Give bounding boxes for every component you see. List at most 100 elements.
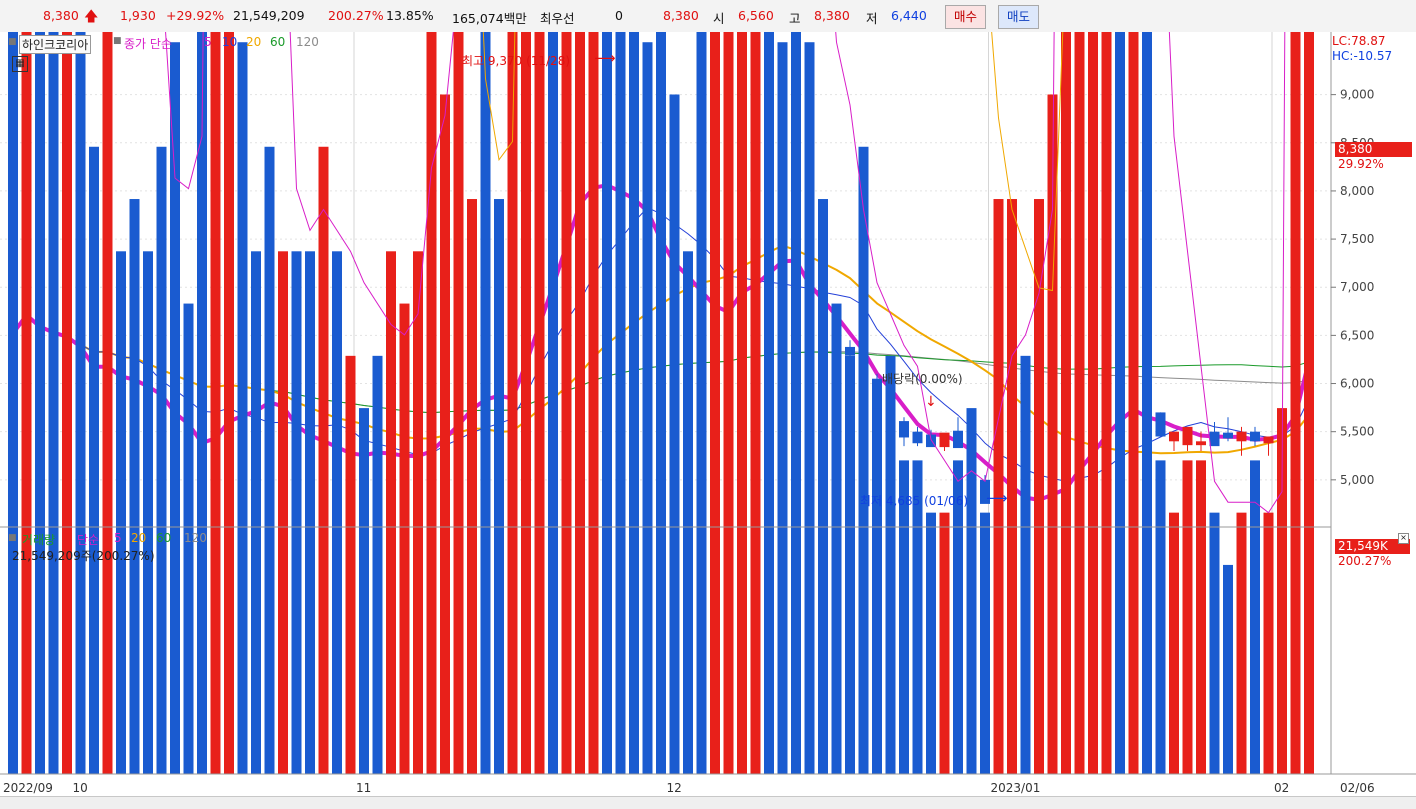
volume-bar: [170, 42, 180, 775]
volume-bar: [1236, 512, 1247, 774]
volume-bar: [993, 199, 1004, 774]
volume-bar: [939, 512, 950, 774]
volume-bar: [386, 251, 396, 775]
high-label: 고: [789, 11, 801, 26]
volume-bar: [102, 32, 113, 774]
volume-bar: [966, 408, 977, 774]
volume-ma-period-5: 5: [114, 531, 122, 545]
volume-bar: [750, 32, 761, 774]
volume-bar: [129, 199, 140, 774]
priority-value: 0: [615, 8, 623, 23]
candle-body: [1182, 426, 1193, 446]
volume-bar: [1088, 32, 1098, 774]
volume-bar: [440, 94, 450, 775]
price-tick-label: 5,500: [1340, 425, 1374, 439]
volume-bar: [723, 32, 734, 774]
volume-bar: [1250, 460, 1260, 774]
volume-bar: [35, 32, 45, 774]
candle-body: [845, 346, 855, 356]
volume-value: 21,549,209: [233, 8, 305, 23]
volume-bar: [818, 199, 828, 774]
volume-bar: [669, 94, 680, 775]
ma-period-5: 5: [204, 35, 212, 49]
volume-bar: [1142, 32, 1152, 775]
volume-bar: [1304, 32, 1314, 774]
price-tick-label: 5,000: [1340, 473, 1374, 487]
x-tick-label: 02/06: [1340, 781, 1375, 795]
volume-bar: [426, 32, 437, 775]
volume-bar: [197, 32, 207, 775]
volume-bar: [345, 355, 356, 774]
candle-body: [899, 421, 909, 438]
candle-body: [1236, 431, 1247, 442]
price-change-pct: +29.92%: [166, 8, 225, 23]
volume-bar: [804, 42, 815, 775]
stock-name[interactable]: 하인크코리아: [19, 35, 92, 54]
volume-bar: [791, 32, 801, 774]
hc-value: HC:-10.57: [1332, 49, 1393, 63]
current-price-tag: 8,380: [1335, 142, 1412, 157]
candle-body: [1196, 441, 1206, 446]
table-icon[interactable]: ▦: [12, 56, 28, 72]
volume-bar: [737, 32, 747, 774]
volume-bar: [831, 303, 842, 774]
x-tick-label: 02: [1274, 781, 1289, 795]
volume-bar: [656, 32, 666, 774]
low-label: 저: [866, 11, 878, 26]
volume-ma-period-120: 120: [184, 531, 207, 545]
volume-bar: [885, 355, 896, 774]
panel-marker-icon: ■: [8, 533, 17, 543]
price-tick-label: 9,000: [1340, 88, 1374, 102]
candle-body: [939, 432, 950, 448]
chart-scrollbar[interactable]: [0, 796, 1416, 809]
volume-bar: [683, 251, 693, 775]
volume-bar: [399, 303, 410, 774]
candle-body: [1223, 432, 1233, 439]
volume-bar: [480, 32, 491, 775]
x-tick-label: 2023/01: [991, 781, 1041, 795]
volume-bar: [588, 32, 599, 774]
price-tick-label: 8,000: [1340, 184, 1374, 198]
right-arrow-icon: ⟶: [594, 49, 616, 67]
volume-bar: [1209, 512, 1220, 774]
volume-bar: [467, 199, 477, 774]
volume-bar: [1128, 32, 1139, 774]
trade-amount: 165,074백만: [452, 11, 527, 26]
volume-bar: [305, 251, 315, 775]
volume-bar: [1101, 32, 1112, 774]
volume-panel-name: 거래량: [22, 533, 56, 547]
volume-bar: [710, 32, 720, 774]
volume-bar: [561, 32, 572, 774]
volume-bar: [413, 251, 423, 775]
panel-marker-icon: ■: [113, 36, 122, 46]
volume-bar: [264, 146, 275, 774]
lc-value: LC:78.87: [1332, 34, 1386, 48]
volume-bar: [642, 42, 653, 775]
volume-bar: [696, 32, 707, 774]
price-tick-label: 6,000: [1340, 377, 1374, 391]
volume-bar: [575, 32, 585, 774]
price-tick-label: 7,000: [1340, 280, 1374, 294]
candle-body: [912, 431, 923, 444]
volume-bar: [453, 32, 464, 774]
stock-chart[interactable]: 9,0008,5008,0007,5007,0006,5006,0005,500…: [0, 32, 1416, 796]
volume-ma-period-60: 60: [156, 531, 172, 545]
ma-period-20: 20: [246, 35, 262, 49]
candle-body: [1263, 436, 1274, 444]
high-price: 8,380: [814, 8, 850, 23]
volume-bar: [224, 32, 234, 775]
close-icon[interactable]: ×: [1398, 533, 1409, 544]
volume-bar: [1074, 32, 1085, 774]
volume-bar: [845, 355, 855, 774]
sell-button[interactable]: 매도: [998, 5, 1040, 29]
volume-bar: [1007, 199, 1017, 774]
current-price: 8,380: [43, 8, 79, 23]
volume-bar: [291, 251, 302, 775]
x-tick-label: 12: [667, 781, 682, 795]
volume-bar: [237, 42, 248, 775]
volume-bar: [1263, 512, 1274, 774]
buy-button[interactable]: 매수: [945, 5, 987, 29]
volume-bar: [89, 146, 99, 774]
volume-bar: [359, 408, 369, 774]
low-annotation: 최저 4,685 (01/06): [860, 494, 969, 508]
